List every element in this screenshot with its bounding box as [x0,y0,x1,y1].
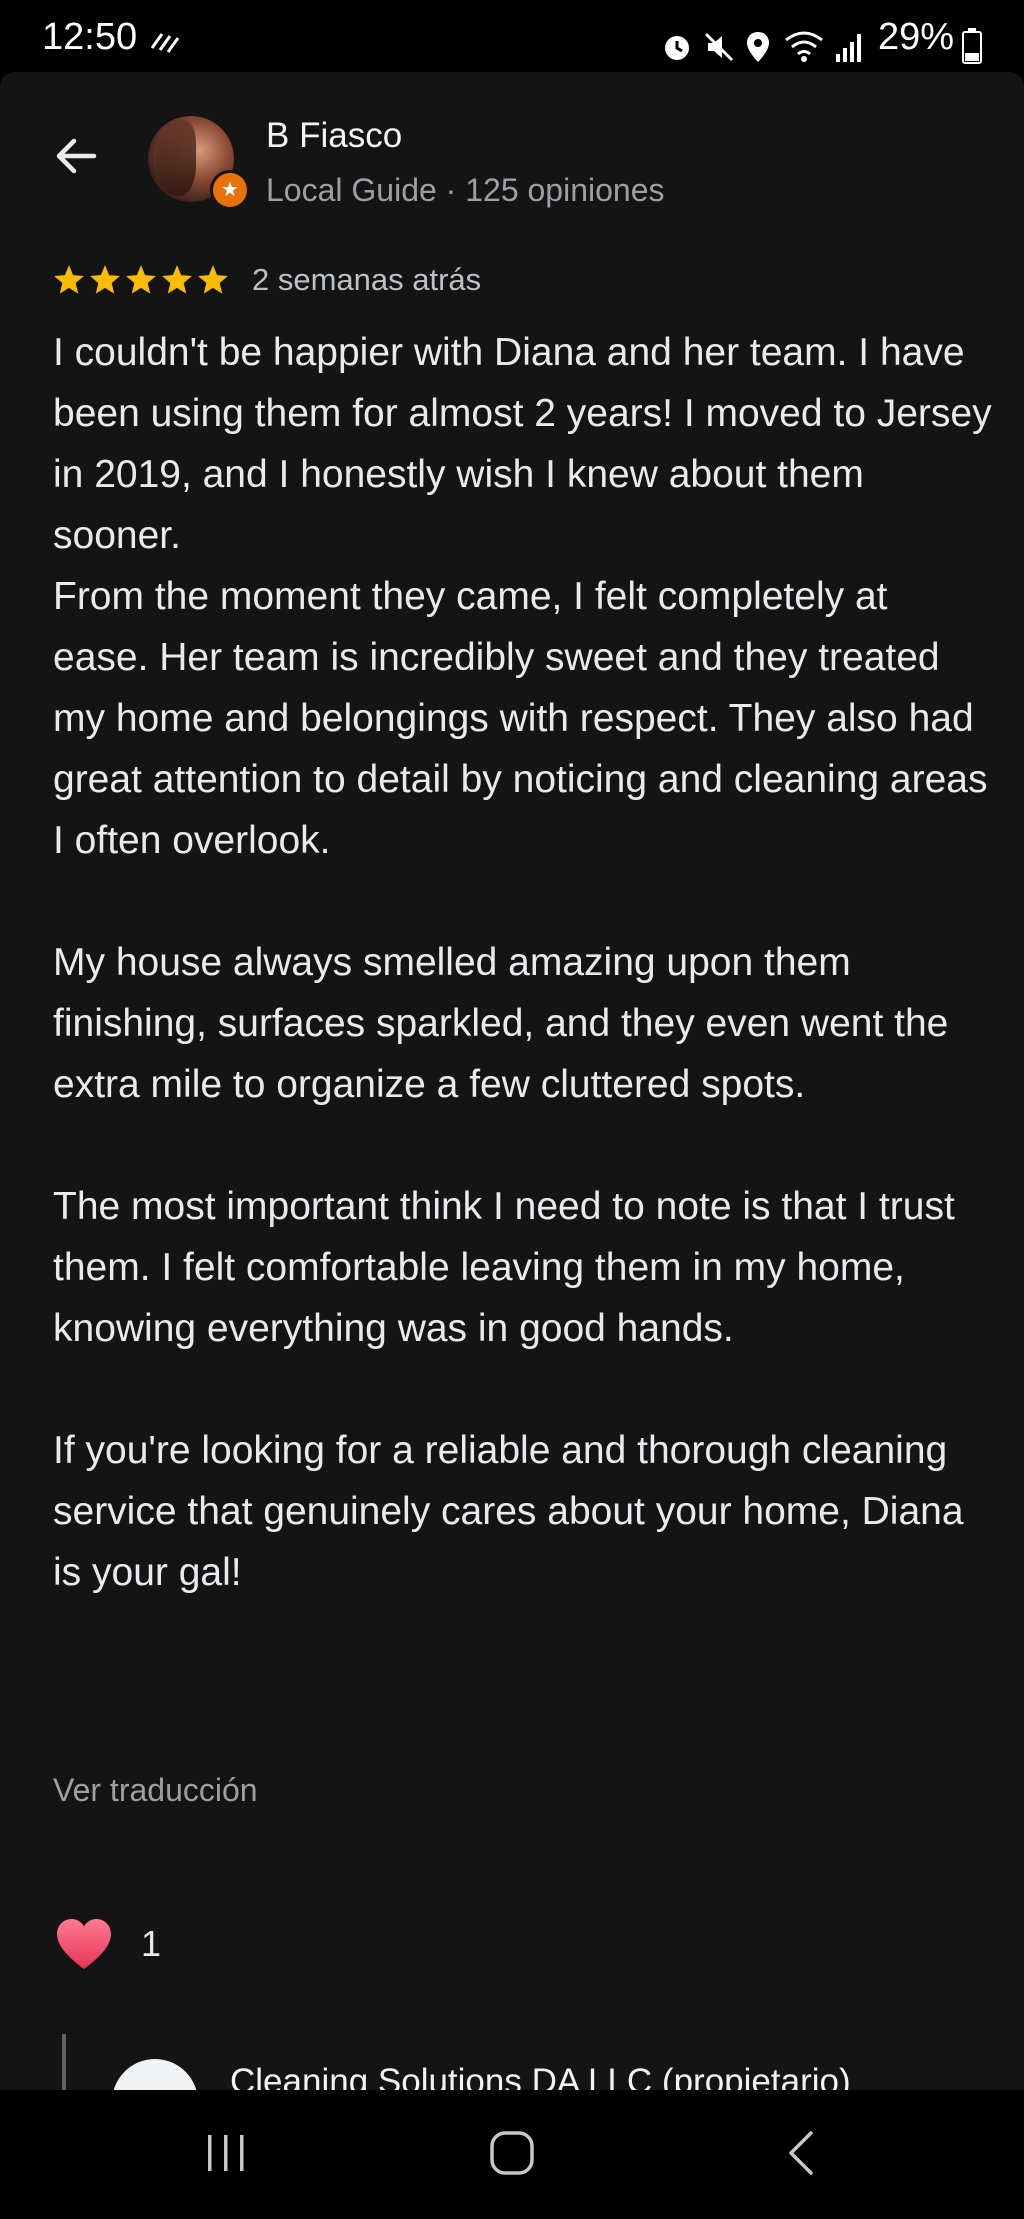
reviewer-name[interactable]: B Fiasco [266,116,402,156]
wifi-calling-icon [150,33,180,53]
owner-name[interactable]: Cleaning Solutions DA LLC (propietario) [230,2062,930,2090]
star-icon [90,265,120,294]
back-nav-button[interactable] [760,2118,840,2188]
owner-avatar[interactable] [112,2059,198,2090]
review-text: I couldn't be happier with Diana and her… [53,322,993,1664]
review-date: 2 semanas atrás [252,262,482,297]
review-detail-sheet: ★ B Fiasco Local Guide · 125 opiniones 2… [0,72,1024,2090]
star-icon [162,265,192,294]
review-paragraph: My house always smelled amazing upon the… [53,941,949,1106]
home-button[interactable] [472,2118,552,2188]
avatar-photo [156,120,196,196]
chevron-left-icon [789,2131,813,2175]
local-guide-badge-icon: ★ [210,170,250,210]
reviewer-avatar[interactable]: ★ [148,116,250,210]
recent-apps-button[interactable] [186,2118,266,2188]
review-paragraph: If you're looking for a reliable and tho… [53,1429,964,1594]
home-icon [490,2131,534,2175]
signal-icon [836,34,861,62]
mute-icon [704,32,734,62]
location-icon [747,32,769,62]
reviewer-meta: Local Guide · 125 opiniones [266,172,665,208]
status-bar: 12:50 29% [0,0,1024,72]
wifi-icon [785,31,823,62]
like-row: 1 [55,1917,161,1971]
star-icon [198,265,228,294]
review-paragraph: I couldn't be happier with Diana and her… [53,331,992,862]
back-button[interactable] [44,124,108,188]
arrow-back-icon [56,138,97,174]
alarm-icon [665,36,689,60]
battery-percent: 29% [878,16,955,58]
star-icon [54,265,84,294]
status-time: 12:50 [42,16,138,58]
see-translation-link[interactable]: Ver traducción [53,1772,258,1809]
star-icon [126,265,156,294]
owner-reply: Cleaning Solutions DA LLC (propietario) [62,2034,962,2090]
battery-icon [962,28,982,64]
recent-apps-icon [208,2135,244,2171]
reply-divider [62,2034,66,2090]
like-count: 1 [141,1923,162,1964]
star-rating [52,263,230,297]
rating-row: 2 semanas atrás [52,262,481,298]
navigation-bar [0,2090,1024,2219]
heart-icon[interactable] [55,1917,113,1971]
review-paragraph: The most important think I need to note … [53,1185,955,1350]
